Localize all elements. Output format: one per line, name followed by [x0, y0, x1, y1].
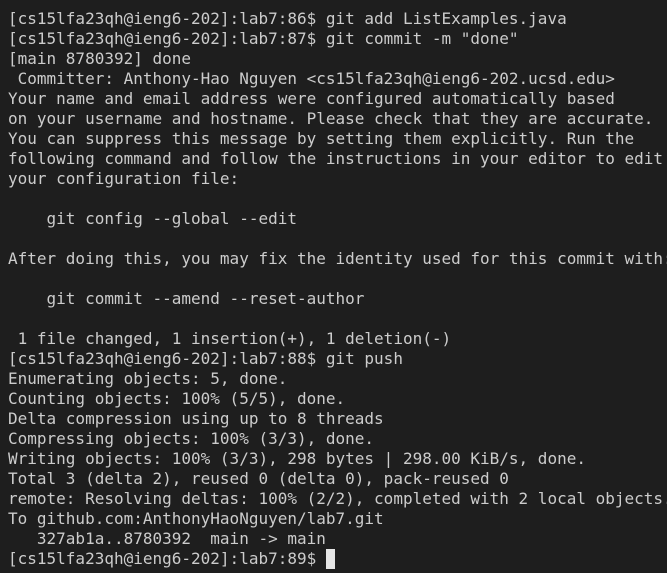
terminal-line: [cs15lfa23qh@ieng6-202]:lab7:88$ git pus…: [8, 349, 403, 368]
terminal-line: git config --global --edit: [8, 209, 297, 228]
terminal-line: 1 file changed, 1 insertion(+), 1 deleti…: [8, 329, 452, 348]
terminal-line: [main 8780392] done: [8, 49, 192, 68]
terminal-line: Counting objects: 100% (5/5), done.: [8, 389, 346, 408]
terminal-line: Enumerating objects: 5, done.: [8, 369, 288, 388]
terminal-line: Delta compression using up to 8 threads: [8, 409, 384, 428]
terminal-cursor: [325, 549, 335, 569]
terminal-line: remote: Resolving deltas: 100% (2/2), co…: [8, 489, 667, 508]
terminal-line: You can suppress this message by setting…: [8, 129, 635, 148]
terminal-line: After doing this, you may fix the identi…: [8, 249, 667, 268]
terminal-line: on your username and hostname. Please ch…: [8, 109, 654, 128]
terminal-window[interactable]: [cs15lfa23qh@ieng6-202]:lab7:86$ git add…: [0, 0, 667, 573]
terminal-line: git commit --amend --reset-author: [8, 289, 365, 308]
terminal-line: [cs15lfa23qh@ieng6-202]:lab7:87$ git com…: [8, 29, 519, 48]
terminal-line: [cs15lfa23qh@ieng6-202]:lab7:86$ git add…: [8, 9, 567, 28]
terminal-line: following command and follow the instruc…: [8, 149, 664, 168]
terminal-line: Compressing objects: 100% (3/3), done.: [8, 429, 375, 448]
terminal-line: Your name and email address were configu…: [8, 89, 615, 108]
terminal-line: 327ab1a..8780392 main -> main: [8, 529, 326, 548]
terminal-output: [cs15lfa23qh@ieng6-202]:lab7:86$ git add…: [8, 9, 667, 549]
terminal-line: Committer: Anthony-Hao Nguyen <cs15lfa23…: [8, 69, 615, 88]
terminal-line: your configuration file:: [8, 169, 240, 188]
terminal-line: To github.com:AnthonyHaoNguyen/lab7.git: [8, 509, 384, 528]
terminal-line: Writing objects: 100% (3/3), 298 bytes |…: [8, 449, 586, 468]
terminal-prompt-line[interactable]: [cs15lfa23qh@ieng6-202]:lab7:89$: [8, 549, 667, 569]
terminal-line: Total 3 (delta 2), reused 0 (delta 0), p…: [8, 469, 509, 488]
terminal-prompt: [cs15lfa23qh@ieng6-202]:lab7:89$: [8, 549, 326, 568]
